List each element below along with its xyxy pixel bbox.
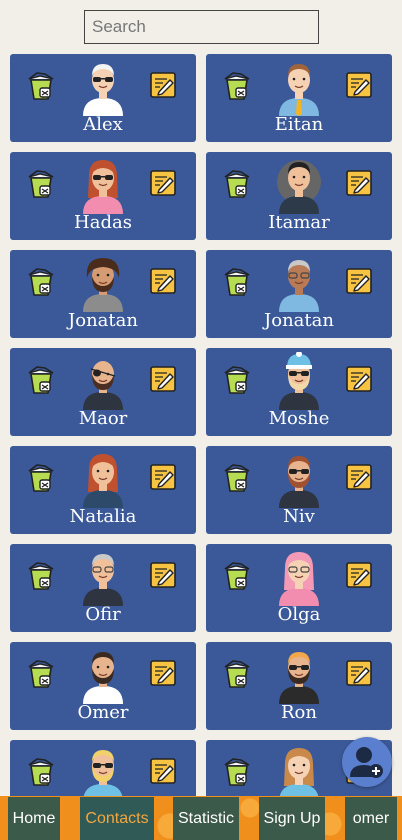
edit-icon[interactable] (150, 170, 176, 196)
delete-icon[interactable] (28, 365, 54, 395)
delete-icon[interactable] (28, 463, 54, 493)
avatar (83, 750, 123, 802)
search-input[interactable] (84, 10, 319, 44)
edit-icon[interactable] (150, 660, 176, 686)
delete-icon[interactable] (224, 365, 250, 395)
edit-icon[interactable] (150, 268, 176, 294)
avatar (279, 352, 319, 410)
delete-icon[interactable] (28, 71, 54, 101)
edit-icon[interactable] (150, 72, 176, 98)
delete-icon[interactable] (28, 659, 54, 689)
bottom-nav: Home Contacts Statistic Sign Up omer (0, 796, 402, 840)
edit-icon[interactable] (346, 170, 372, 196)
add-user-icon (350, 747, 383, 778)
avatar (83, 554, 123, 606)
avatar (279, 652, 319, 704)
edit-icon[interactable] (346, 464, 372, 490)
edit-icon[interactable] (346, 72, 372, 98)
edit-icon[interactable] (346, 366, 372, 392)
delete-icon[interactable] (224, 757, 250, 787)
delete-icon[interactable] (224, 561, 250, 591)
nav-statistic[interactable]: Statistic (173, 797, 239, 840)
contact-name: Hadas (74, 212, 132, 233)
contact-card[interactable]: Maor (10, 348, 196, 436)
contact-card[interactable]: Alex (10, 54, 196, 142)
contact-name: Ron (281, 702, 317, 723)
delete-icon[interactable] (224, 71, 250, 101)
delete-icon[interactable] (224, 169, 250, 199)
contact-name: Olga (277, 604, 321, 625)
contact-card[interactable]: Jonatan (10, 250, 196, 338)
contact-card[interactable]: Ron (206, 642, 392, 730)
contact-name: Maor (78, 408, 128, 429)
delete-icon[interactable] (224, 267, 250, 297)
contact-card[interactable]: Jonatan (206, 250, 392, 338)
contact-name: Alex (83, 114, 123, 135)
contact-name: Omer (77, 702, 129, 723)
contact-card[interactable]: Moshe (206, 348, 392, 436)
nav-home[interactable]: Home (8, 797, 60, 840)
contact-card[interactable]: Olga (206, 544, 392, 632)
contact-name: Ofir (85, 604, 121, 625)
avatar (83, 160, 123, 214)
avatar (83, 258, 123, 312)
search-bar (84, 10, 319, 44)
avatar (279, 552, 319, 606)
contact-card[interactable]: Niv (206, 446, 392, 534)
contact-name: Moshe (268, 408, 330, 429)
delete-icon[interactable] (28, 169, 54, 199)
contact-name: Jonatan (68, 310, 138, 331)
delete-icon[interactable] (224, 463, 250, 493)
add-contact-button[interactable] (342, 737, 392, 787)
nav-user[interactable]: omer (345, 797, 397, 840)
contact-card[interactable]: Hadas (10, 152, 196, 240)
avatar (277, 160, 321, 214)
contact-card[interactable]: Eitan (206, 54, 392, 142)
avatar (279, 64, 319, 116)
avatar (279, 748, 319, 802)
contact-name: Jonatan (264, 310, 334, 331)
edit-icon[interactable] (346, 562, 372, 588)
avatar (279, 260, 319, 312)
delete-icon[interactable] (28, 561, 54, 591)
delete-icon[interactable] (28, 757, 54, 787)
avatar (83, 454, 123, 508)
avatar (83, 652, 123, 704)
edit-icon[interactable] (346, 268, 372, 294)
edit-icon[interactable] (150, 758, 176, 784)
contact-card[interactable]: Omer (10, 642, 196, 730)
contact-card[interactable]: Natalia (10, 446, 196, 534)
delete-icon[interactable] (28, 267, 54, 297)
contact-name: Niv (283, 506, 315, 527)
edit-icon[interactable] (150, 562, 176, 588)
nav-sign-up[interactable]: Sign Up (259, 797, 325, 840)
edit-icon[interactable] (346, 660, 372, 686)
contact-name: Eitan (274, 114, 324, 135)
contact-name: Itamar (268, 212, 330, 233)
contact-name: Natalia (69, 506, 137, 527)
avatar (83, 64, 123, 116)
contact-card[interactable]: Itamar (206, 152, 392, 240)
edit-icon[interactable] (150, 464, 176, 490)
contact-card[interactable]: Ofir (10, 544, 196, 632)
delete-icon[interactable] (224, 659, 250, 689)
nav-contacts[interactable]: Contacts (80, 797, 154, 840)
edit-icon[interactable] (150, 366, 176, 392)
avatar (83, 361, 123, 410)
contacts-grid: Alex Eitan Hadas Itamar Jonatan Jonatan … (10, 54, 392, 828)
avatar (279, 456, 319, 508)
